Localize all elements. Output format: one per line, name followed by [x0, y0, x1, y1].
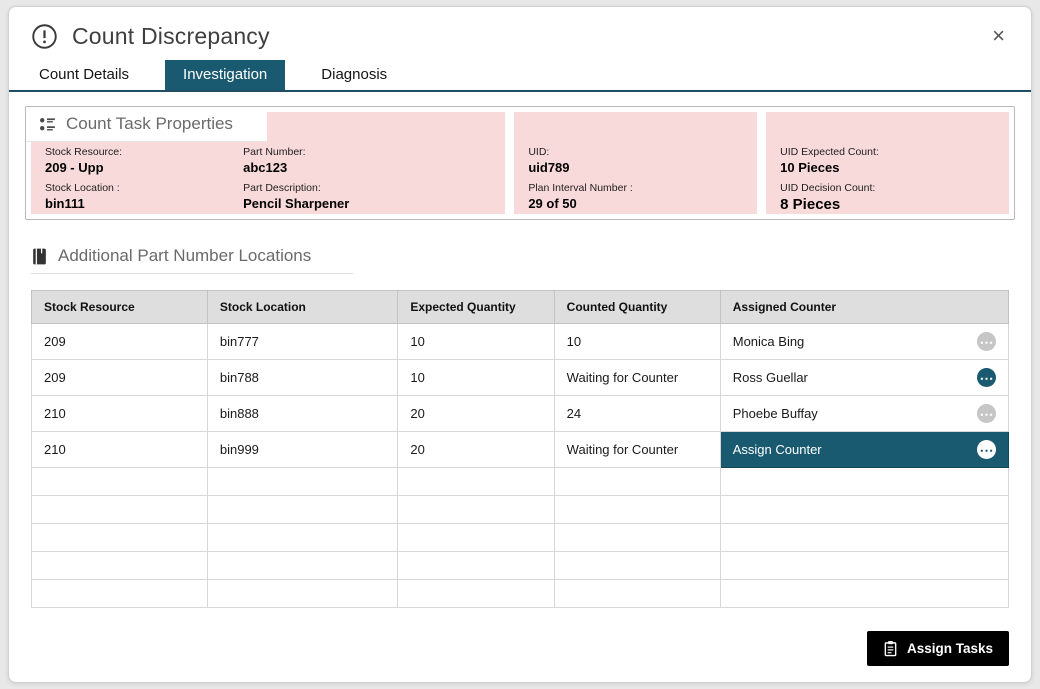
row-menu-icon[interactable]: ⋯ [977, 368, 996, 387]
field-value: Pencil Sharpener [243, 196, 495, 211]
dialog-header: Count Discrepancy × [9, 7, 1031, 58]
locations-section-title: Additional Part Number Locations [58, 246, 311, 266]
cell-expected-quantity: 10 [398, 324, 554, 360]
cell-expected-quantity: 10 [398, 360, 554, 396]
locations-book-icon [31, 247, 48, 266]
field-label: UID Expected Count: [780, 146, 999, 158]
table-row-empty [32, 524, 1009, 552]
field-value: abc123 [243, 160, 495, 175]
field-uid-expected-count: UID Expected Count: 10 Pieces [780, 146, 999, 175]
cell-assigned-counter: Monica Bing ⋯ [720, 324, 1008, 360]
cell-expected-quantity: 20 [398, 432, 554, 468]
count-discrepancy-dialog: Count Discrepancy × Count Details Invest… [8, 6, 1032, 683]
tab-diagnosis[interactable]: Diagnosis [319, 60, 389, 90]
field-label: Stock Location : [45, 182, 243, 194]
cell-assigned-counter: Ross Guellar ⋯ [720, 360, 1008, 396]
field-label: UID Decision Count: [780, 182, 999, 194]
row-menu-icon[interactable]: ⋯ [977, 440, 996, 459]
row-menu-icon[interactable]: ⋯ [977, 332, 996, 351]
count-task-properties-section: Count Task Properties Stock Resource: 20… [25, 106, 1015, 220]
field-uid-decision-count: UID Decision Count: 8 Pieces [780, 182, 999, 213]
column-header-counted-quantity: Counted Quantity [554, 291, 720, 324]
cell-counted-quantity: 10 [554, 324, 720, 360]
field-value: 29 of 50 [528, 196, 747, 211]
cell-counted-quantity: 24 [554, 396, 720, 432]
clipboard-icon [883, 640, 898, 657]
properties-section-title: Count Task Properties [66, 114, 233, 134]
row-menu-icon[interactable]: ⋯ [977, 404, 996, 423]
table-row: 210 bin888 20 24 Phoebe Buffay ⋯ [32, 396, 1009, 432]
field-plan-interval: Plan Interval Number : 29 of 50 [528, 182, 747, 211]
field-part-description: Part Description: Pencil Sharpener [243, 182, 495, 211]
tab-investigation[interactable]: Investigation [165, 60, 285, 90]
cell-stock-resource: 209 [32, 324, 208, 360]
field-label: UID: [528, 146, 747, 158]
field-value: bin111 [45, 196, 243, 211]
field-value: uid789 [528, 160, 747, 175]
table-row-empty [32, 552, 1009, 580]
field-label: Part Number: [243, 146, 495, 158]
field-value: 10 Pieces [780, 160, 999, 175]
cell-stock-location: bin788 [207, 360, 398, 396]
cell-stock-resource: 210 [32, 396, 208, 432]
table-row: 210 bin999 20 Waiting for Counter Assign… [32, 432, 1009, 468]
dialog-footer: Assign Tasks [9, 621, 1031, 682]
close-icon[interactable]: × [992, 25, 1005, 47]
properties-panel-2: UID: uid789 Plan Interval Number : 29 of… [514, 112, 757, 214]
field-part-number: Part Number: abc123 [243, 146, 495, 175]
tab-count-details[interactable]: Count Details [37, 60, 131, 90]
field-stock-location: Stock Location : bin111 [45, 182, 243, 211]
assigned-counter-name: Monica Bing [733, 334, 805, 349]
table-row-empty [32, 496, 1009, 524]
assign-tasks-label: Assign Tasks [907, 641, 993, 656]
table-row: 209 bin788 10 Waiting for Counter Ross G… [32, 360, 1009, 396]
cell-assign-counter-highlighted[interactable]: Assign Counter ⋯ [720, 432, 1008, 468]
field-label: Stock Resource: [45, 146, 243, 158]
table-row: 209 bin777 10 10 Monica Bing ⋯ [32, 324, 1009, 360]
count-task-properties-header: Count Task Properties [26, 107, 267, 142]
field-label: Plan Interval Number : [528, 182, 747, 194]
table-row-empty [32, 468, 1009, 496]
column-header-assigned-counter: Assigned Counter [720, 291, 1008, 324]
field-label: Part Description: [243, 182, 495, 194]
column-header-stock-resource: Stock Resource [32, 291, 208, 324]
tab-bar: Count Details Investigation Diagnosis [9, 58, 1031, 92]
locations-section-header: Additional Part Number Locations [31, 246, 353, 274]
field-value: 8 Pieces [780, 196, 999, 213]
dialog-content: Count Task Properties Stock Resource: 20… [9, 92, 1031, 621]
cell-stock-location: bin777 [207, 324, 398, 360]
cell-expected-quantity: 20 [398, 396, 554, 432]
assigned-counter-name: Phoebe Buffay [733, 406, 818, 421]
cell-stock-location: bin888 [207, 396, 398, 432]
cell-stock-location: bin999 [207, 432, 398, 468]
cell-stock-resource: 210 [32, 432, 208, 468]
field-value: 209 - Upp [45, 160, 243, 175]
table-row-empty [32, 580, 1009, 608]
column-header-expected-quantity: Expected Quantity [398, 291, 554, 324]
dialog-title: Count Discrepancy [72, 23, 270, 50]
table-header-row: Stock Resource Stock Location Expected Q… [32, 291, 1009, 324]
locations-table: Stock Resource Stock Location Expected Q… [31, 290, 1009, 608]
alert-icon [31, 23, 58, 50]
cell-counted-quantity: Waiting for Counter [554, 432, 720, 468]
assign-tasks-button[interactable]: Assign Tasks [867, 631, 1009, 666]
assigned-counter-name: Ross Guellar [733, 370, 808, 385]
task-properties-icon [38, 115, 57, 134]
assign-counter-label: Assign Counter [733, 442, 822, 457]
properties-panel-3: UID Expected Count: 10 Pieces UID Decisi… [766, 112, 1009, 214]
column-header-stock-location: Stock Location [207, 291, 398, 324]
field-uid: UID: uid789 [528, 146, 747, 175]
cell-counted-quantity: Waiting for Counter [554, 360, 720, 396]
cell-stock-resource: 209 [32, 360, 208, 396]
field-stock-resource: Stock Resource: 209 - Upp [45, 146, 243, 175]
cell-assigned-counter: Phoebe Buffay ⋯ [720, 396, 1008, 432]
